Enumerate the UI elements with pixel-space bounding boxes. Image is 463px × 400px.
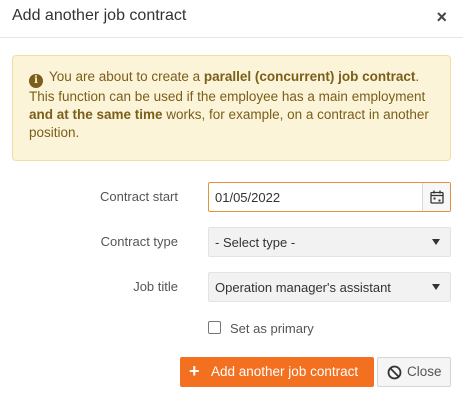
contract-type-select[interactable]: - Select type - xyxy=(208,227,451,257)
contract-start-label: Contract start xyxy=(99,189,178,204)
job-title-value: Operation manager's assistant xyxy=(215,280,391,295)
job-title-label: Job title xyxy=(133,279,178,294)
alert-text-3: This function can be used if the employe… xyxy=(29,89,426,104)
alert-text-bold-1: parallel (concurrent) job contract xyxy=(203,69,416,84)
dialog-title: Add another job contract xyxy=(12,7,187,24)
add-another-job-contract-button[interactable]: + Add another job contract xyxy=(180,357,374,387)
job-title-select[interactable]: Operation manager's assistant xyxy=(208,272,451,302)
close-icon[interactable]: × xyxy=(436,8,447,26)
chevron-down-icon xyxy=(432,239,440,245)
chevron-down-icon xyxy=(432,284,440,290)
calendar-button[interactable] xyxy=(422,183,450,211)
job-title-row: Job title Operation manager's assistant xyxy=(0,272,463,302)
dialog-header: Add another job contract × xyxy=(0,0,463,38)
contract-start-field[interactable] xyxy=(208,182,451,212)
contract-start-row: Contract start xyxy=(0,182,463,212)
contract-type-label: Contract type xyxy=(100,234,178,249)
alert-text-2: . xyxy=(415,69,420,84)
alert-text-bold-2: and at the same time xyxy=(29,107,163,122)
contract-type-value: - Select type - xyxy=(215,235,296,250)
contract-type-row: Contract type - Select type - xyxy=(0,227,463,257)
contract-start-input[interactable] xyxy=(209,183,423,211)
ban-icon xyxy=(387,365,402,380)
add-job-contract-dialog: Add another job contract × i You are abou… xyxy=(0,0,463,400)
plus-icon: + xyxy=(189,361,200,381)
info-alert: i You are about to create a parallel (con… xyxy=(12,55,451,161)
close-button-label: Close xyxy=(407,364,442,379)
add-button-label: Add another job contract xyxy=(211,364,359,379)
calendar-icon xyxy=(430,190,444,204)
set-as-primary-checkbox[interactable] xyxy=(208,321,221,334)
set-as-primary-label[interactable]: Set as primary xyxy=(230,321,314,336)
close-button[interactable]: Close xyxy=(377,357,451,387)
info-icon: i xyxy=(29,74,43,88)
alert-text-1: You are about to create a xyxy=(49,69,204,84)
